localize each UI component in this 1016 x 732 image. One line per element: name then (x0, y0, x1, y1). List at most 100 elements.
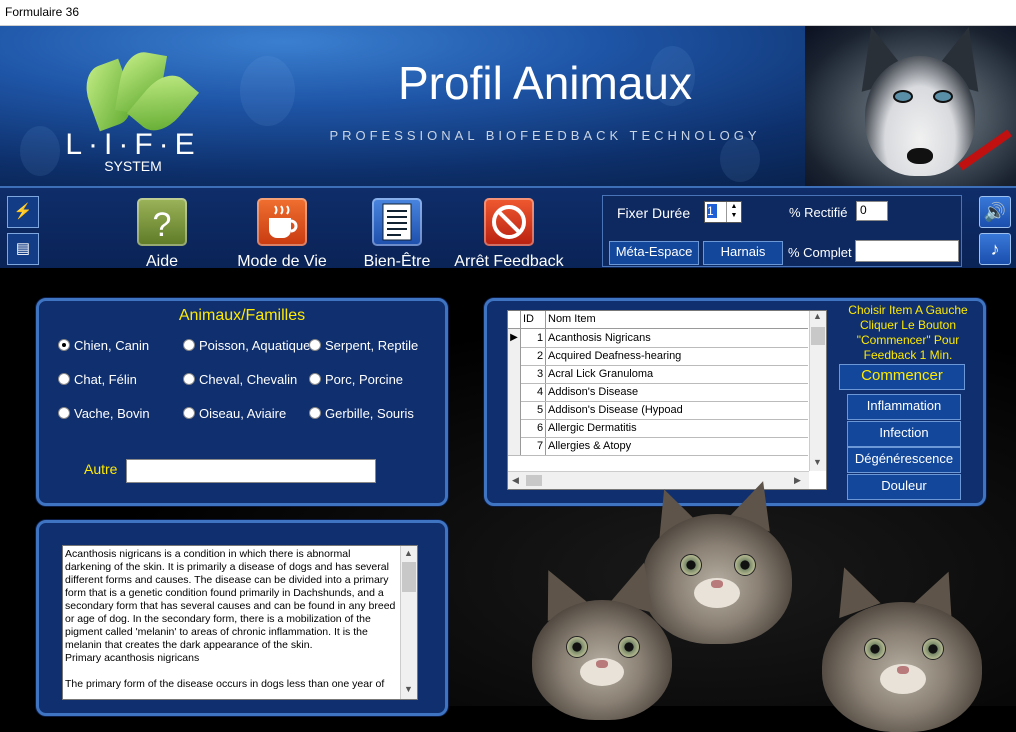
bien-etre-button[interactable]: Bien-Être (332, 192, 462, 270)
table-row[interactable]: 3 Acral Lick Granuloma (508, 365, 808, 384)
aide-button[interactable]: ? Aide (97, 192, 227, 270)
table-row[interactable]: 6 Allergic Dermatitis (508, 419, 808, 438)
help-icon: ? (137, 198, 187, 246)
radio-indicator[interactable] (58, 407, 70, 419)
animal-radio-option[interactable]: Poisson, Aquatique (183, 338, 310, 353)
row-selector[interactable] (508, 383, 521, 401)
row-name: Acquired Deafness-hearing (548, 350, 682, 362)
wand-icon[interactable]: ⚡ (7, 196, 39, 228)
speaker-icon[interactable]: 🔊 (979, 196, 1011, 228)
table-row[interactable]: 2 Acquired Deafness-hearing (508, 347, 808, 366)
row-selector[interactable] (508, 347, 521, 365)
row-id: 7 (537, 440, 544, 452)
row-selector[interactable] (508, 401, 521, 419)
radio-indicator[interactable] (183, 373, 195, 385)
animal-radio-label: Gerbille, Souris (325, 406, 414, 421)
commencer-button[interactable]: Commencer (839, 364, 965, 390)
chat-icon[interactable]: ▤ (7, 233, 39, 265)
autre-input[interactable] (126, 459, 376, 483)
table-header: ID Nom Item (508, 311, 808, 329)
row-name: Allergic Dermatitis (548, 422, 637, 434)
row-name: Acral Lick Granuloma (548, 368, 654, 380)
animal-radio-label: Poisson, Aquatique (199, 338, 311, 353)
radio-indicator[interactable] (183, 407, 195, 419)
animal-radio-option[interactable]: Chien, Canin (58, 338, 149, 353)
animal-radio-label: Vache, Bovin (74, 406, 150, 421)
table-row[interactable]: 7 Allergies & Atopy (508, 437, 808, 456)
radio-indicator[interactable] (58, 373, 70, 385)
kittens-image (512, 474, 1016, 732)
autre-label: Autre (84, 461, 118, 477)
logo-text: L·I·F·E (65, 128, 201, 161)
animal-radio-option[interactable]: Vache, Bovin (58, 406, 150, 421)
music-note-icon[interactable]: ♪ (979, 233, 1011, 265)
pct-complet-field[interactable] (855, 240, 959, 262)
row-id: 3 (537, 368, 544, 380)
animal-radio-label: Chien, Canin (74, 338, 150, 353)
animal-radio-label: Serpent, Reptile (325, 338, 419, 353)
page-subtitle: PROFESSIONAL BIOFEEDBACK TECHNOLOGY (329, 128, 761, 143)
pct-complet-label: % Complet (788, 245, 852, 260)
arret-feedback-button[interactable]: Arrêt Feedback (444, 192, 574, 270)
col-id-header[interactable]: ID (523, 313, 534, 325)
row-id: 4 (537, 386, 544, 398)
instructions-text: Choisir Item A Gauche Cliquer Le Bouton … (848, 303, 968, 362)
fixer-duree-spinner[interactable]: 1 ▲ ▼ (704, 201, 742, 223)
pct-rectifie-label: % Rectifié (789, 205, 848, 220)
animal-radio-label: Oiseau, Aviaire (199, 406, 287, 421)
table-vertical-scrollbar[interactable]: ▲ ▼ (809, 311, 826, 471)
radio-indicator[interactable] (309, 407, 321, 419)
row-id: 6 (537, 422, 544, 434)
row-name: Allergies & Atopy (548, 440, 632, 452)
row-selector[interactable] (508, 365, 521, 383)
degenerescence-button[interactable]: Dégénérescence (847, 447, 961, 473)
radio-indicator[interactable] (309, 339, 321, 351)
animal-radio-label: Chat, Félin (74, 372, 137, 387)
row-id: 1 (537, 332, 544, 344)
row-name: Addison's Disease (548, 386, 639, 398)
document-icon (372, 198, 422, 246)
window-title: Formulaire 36 (5, 5, 80, 19)
radio-indicator[interactable] (58, 339, 70, 351)
husky-image (805, 26, 1016, 186)
window-titlebar: Formulaire 36 (0, 0, 1016, 26)
harnais-button[interactable]: Harnais (703, 241, 783, 265)
animal-radio-option[interactable]: Serpent, Reptile (309, 338, 418, 353)
spinner-arrows[interactable]: ▲ ▼ (726, 202, 741, 222)
row-selector[interactable] (508, 419, 521, 437)
inflammation-button[interactable]: Inflammation (847, 394, 961, 420)
header-banner: L·I·F·E SYSTEM Profil Animaux PROFESSION… (0, 26, 1016, 186)
row-name: Acanthosis Nigricans (548, 332, 651, 344)
row-name: Addison's Disease (Hypoad (548, 404, 683, 416)
svg-text:?: ? (153, 206, 172, 244)
items-table[interactable]: ID Nom Item ▶ 1 Acanthosis Nigricans 2 Acqui… (507, 310, 827, 490)
animal-radio-option[interactable]: Porc, Porcine (309, 372, 403, 387)
animal-radio-option[interactable]: Chat, Félin (58, 372, 137, 387)
description-scrollbar[interactable]: ▲ ▼ (400, 546, 417, 699)
pct-rectifie-field[interactable]: 0 (856, 201, 888, 221)
mode-de-vie-button[interactable]: Mode de Vie (217, 192, 347, 270)
animal-radio-option[interactable]: Gerbille, Souris (309, 406, 414, 421)
radio-indicator[interactable] (309, 373, 321, 385)
row-id: 2 (537, 350, 544, 362)
animal-radio-option[interactable]: Oiseau, Aviaire (183, 406, 286, 421)
table-row[interactable]: 5 Addison's Disease (Hypoad (508, 401, 808, 420)
row-id: 5 (537, 404, 544, 416)
stop-icon (484, 198, 534, 246)
row-selector[interactable] (508, 437, 521, 455)
fixer-duree-label: Fixer Durée (617, 205, 691, 221)
animal-radio-label: Porc, Porcine (325, 372, 404, 387)
table-row[interactable]: 4 Addison's Disease (508, 383, 808, 402)
meta-espace-button[interactable]: Méta-Espace (609, 241, 699, 265)
animal-radio-option[interactable]: Cheval, Chevalin (183, 372, 297, 387)
page-title: Profil Animaux (397, 57, 692, 109)
description-text: Acanthosis nigricans is a condition in w… (65, 548, 396, 690)
table-row[interactable]: ▶ 1 Acanthosis Nigricans (508, 329, 808, 348)
col-nom-item-header[interactable]: Nom Item (548, 313, 596, 325)
row-selector[interactable]: ▶ (508, 329, 521, 347)
infection-button[interactable]: Infection (847, 421, 961, 447)
description-textarea[interactable]: Acanthosis nigricans is a condition in w… (62, 545, 418, 700)
radio-indicator[interactable] (183, 339, 195, 351)
fixer-duree-value[interactable]: 1 (707, 204, 717, 218)
life-system-logo: L·I·F·E SYSTEM (58, 46, 208, 176)
